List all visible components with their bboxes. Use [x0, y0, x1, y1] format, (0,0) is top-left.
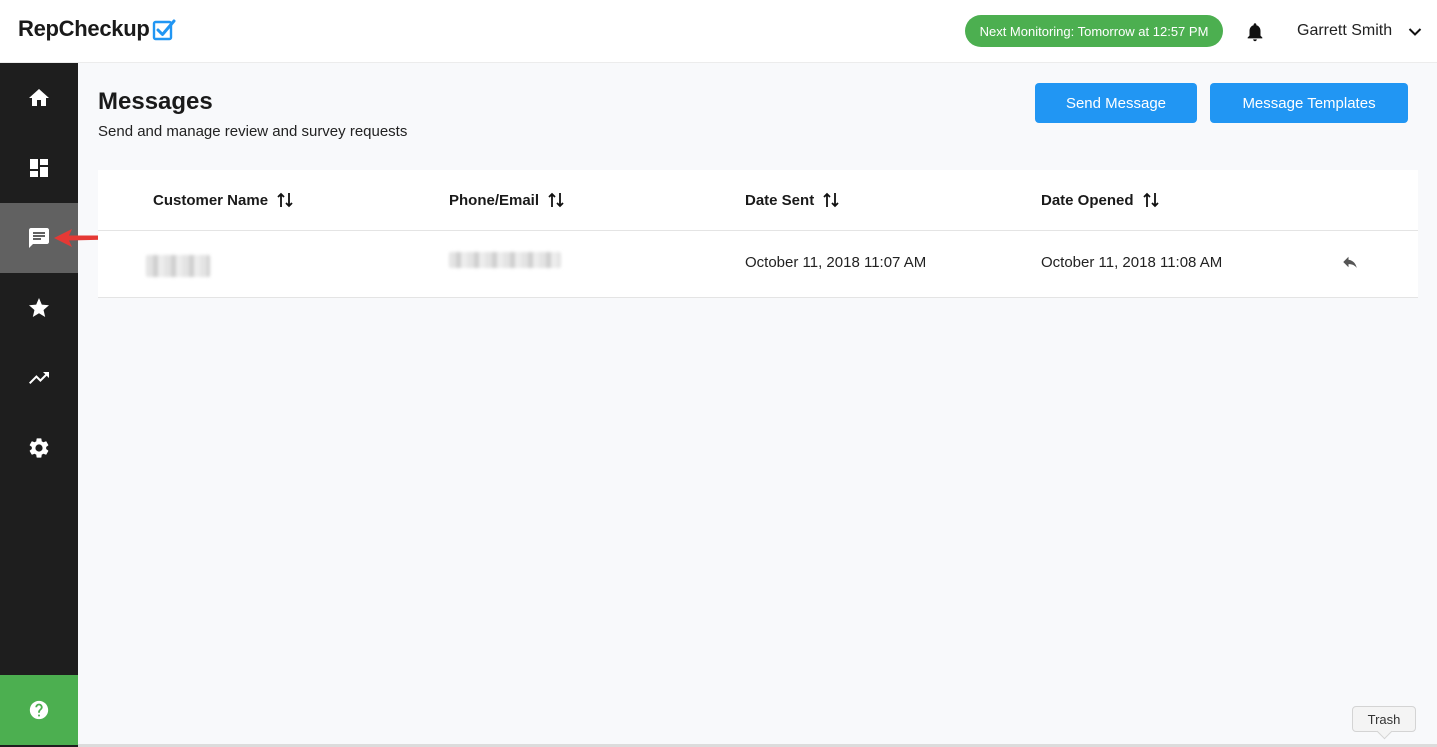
home-icon	[29, 89, 49, 106]
sort-icon[interactable]	[548, 191, 564, 209]
send-message-button[interactable]: Send Message	[1035, 83, 1197, 123]
app-logo[interactable]: RepCheckup	[18, 16, 176, 42]
column-header-label: Phone/Email	[449, 191, 540, 209]
reply-icon[interactable]	[1340, 253, 1360, 271]
page-title: Messages	[98, 88, 213, 115]
column-header-label: Customer Name	[153, 191, 269, 209]
table-header: Customer Name Phone/Email Date Sent Date…	[98, 170, 1418, 231]
dashboard-icon	[30, 159, 48, 177]
settings-icon	[29, 438, 49, 458]
star-icon	[29, 298, 49, 317]
sort-icon[interactable]	[823, 191, 839, 209]
sidebar-item-settings[interactable]	[0, 413, 78, 483]
phone-email-redacted	[449, 252, 561, 268]
sidebar-item-reviews[interactable]	[0, 273, 78, 343]
column-header-phone-email[interactable]: Phone/Email	[449, 191, 564, 209]
column-header-label: Date Sent	[745, 191, 815, 209]
column-header-date-sent[interactable]: Date Sent	[745, 191, 839, 209]
column-header-label: Date Opened	[1041, 191, 1134, 209]
help-icon	[29, 700, 49, 720]
customer-name-redacted	[146, 255, 210, 277]
sidebar-item-home[interactable]	[0, 63, 78, 133]
sort-icon[interactable]	[277, 191, 293, 209]
column-header-customer-name[interactable]: Customer Name	[153, 191, 293, 209]
trending-up-icon	[29, 372, 49, 384]
chevron-down-icon[interactable]	[1407, 24, 1423, 40]
column-header-date-opened[interactable]: Date Opened	[1041, 191, 1159, 209]
sort-icon[interactable]	[1142, 191, 1159, 209]
table-row[interactable]: October 11, 2018 11:07 AM October 11, 20…	[98, 231, 1418, 298]
logo-text: RepCheckup	[18, 16, 150, 41]
bell-icon[interactable]	[1244, 21, 1266, 43]
top-bar: RepCheckup Next Monitoring: Tomorrow at …	[0, 0, 1437, 63]
sidebar	[0, 63, 78, 747]
logo-checkbox-icon	[153, 19, 176, 41]
sidebar-help-button[interactable]	[0, 675, 78, 745]
sidebar-item-reports[interactable]	[0, 343, 78, 413]
message-templates-button[interactable]: Message Templates	[1210, 83, 1408, 123]
messages-table: Customer Name Phone/Email Date Sent Date…	[98, 170, 1418, 298]
next-monitoring-badge: Next Monitoring: Tomorrow at 12:57 PM	[965, 15, 1223, 47]
messages-icon	[29, 228, 49, 248]
sidebar-item-dashboard[interactable]	[0, 133, 78, 203]
page-subtitle: Send and manage review and survey reques…	[98, 123, 408, 140]
user-menu-name[interactable]: Garrett Smith	[1297, 22, 1392, 40]
date-sent-cell: October 11, 2018 11:07 AM	[745, 254, 927, 271]
trash-tooltip: Trash	[1352, 706, 1416, 732]
date-opened-cell: October 11, 2018 11:08 AM	[1041, 254, 1223, 271]
